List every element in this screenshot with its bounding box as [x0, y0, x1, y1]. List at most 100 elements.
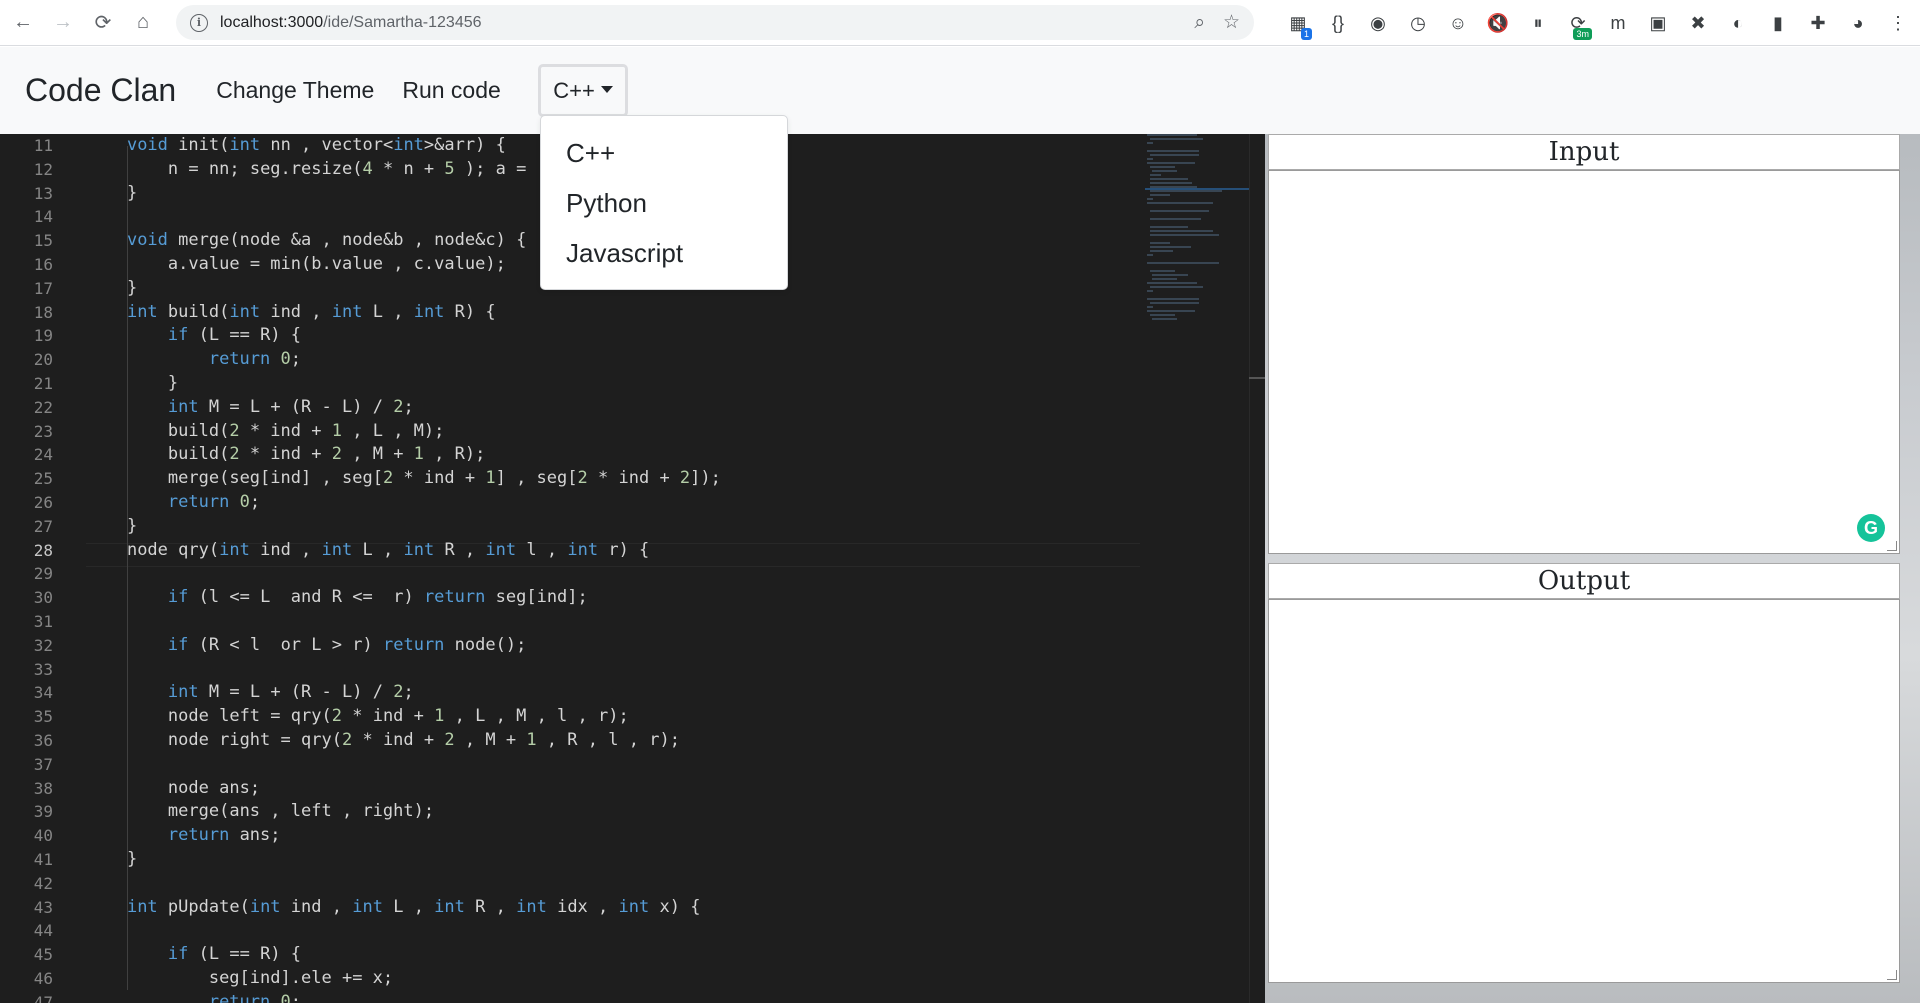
editor-scrollbar[interactable]: [1249, 134, 1265, 1003]
change-theme-link[interactable]: Change Theme: [216, 77, 374, 104]
minimap-line: [1149, 166, 1175, 168]
code-line[interactable]: return 0;: [86, 491, 1136, 515]
code-line[interactable]: }: [86, 515, 1136, 539]
code-line[interactable]: if (l <= L and R <= r) return seg[ind];: [86, 586, 1136, 610]
zoom-icon[interactable]: ⌕: [1194, 12, 1205, 34]
extensions-bar: ▦ 1 {} ◉ ◷ ☺ 🔇 ⏸ ⟳ 3m m ▣ ✖ ◐ ▮ ✚ ◕ ⋮: [1278, 0, 1918, 46]
code-line[interactable]: [86, 753, 1136, 777]
code-line[interactable]: return ans;: [86, 824, 1136, 848]
language-option-javascript[interactable]: Javascript: [541, 228, 787, 278]
code-line[interactable]: merge(seg[ind] , seg[2 * ind + 1] , seg[…: [86, 467, 1136, 491]
line-number: 30: [33, 588, 53, 608]
code-line[interactable]: [86, 610, 1136, 634]
ghost-extension-icon[interactable]: ☺: [1438, 0, 1478, 46]
minimap-line: [1152, 170, 1178, 172]
minimap-line: [1149, 174, 1161, 176]
code-line[interactable]: seg[ind].ele += x;: [86, 967, 1136, 991]
code-line[interactable]: if (L == R) {: [86, 324, 1136, 348]
pause-extension-icon[interactable]: ⏸: [1518, 0, 1558, 46]
language-option-python[interactable]: Python: [541, 178, 787, 228]
url-path: /ide/Samartha-123456: [323, 13, 482, 31]
extension-glyph: 🔇: [1486, 12, 1510, 33]
sheets-extension-icon[interactable]: ▦ 1: [1278, 0, 1318, 46]
minimap[interactable]: [1145, 134, 1250, 320]
code-line[interactable]: [86, 658, 1136, 682]
extension-glyph: ☺: [1448, 12, 1468, 33]
code-line[interactable]: node ans;: [86, 777, 1136, 801]
cat-extension-icon[interactable]: ✖: [1678, 0, 1718, 46]
minimap-line: [1147, 298, 1199, 300]
line-number: 39: [33, 802, 53, 822]
line-number: 20: [33, 350, 53, 370]
line-number: 17: [33, 278, 53, 298]
minimap-line: [1147, 198, 1154, 200]
code-line[interactable]: node right = qry(2 * ind + 2 , M + 1 , R…: [86, 729, 1136, 753]
screenshot-extension-icon[interactable]: ▣: [1638, 0, 1678, 46]
m-extension-icon[interactable]: m: [1598, 0, 1638, 46]
line-number: 22: [33, 397, 53, 417]
minimap-line: [1147, 134, 1197, 136]
code-line[interactable]: build(2 * ind + 2 , M + 1 , R);: [86, 443, 1136, 467]
code-line[interactable]: [86, 562, 1136, 586]
puzzle-extensions-icon[interactable]: ✚: [1798, 0, 1838, 46]
code-line[interactable]: node left = qry(2 * ind + 1 , L , M , l …: [86, 705, 1136, 729]
history-icon[interactable]: ◷: [1398, 0, 1438, 46]
code-line[interactable]: merge(ans , left , right);: [86, 800, 1136, 824]
more-menu-icon[interactable]: ⋮: [1878, 0, 1918, 46]
code-line[interactable]: return 0;: [86, 991, 1136, 1003]
mute-tab-icon[interactable]: 🔇: [1478, 0, 1518, 46]
code-line[interactable]: if (R < l or L > r) return node();: [86, 634, 1136, 658]
code-line[interactable]: build(2 * ind + 1 , L , M);: [86, 420, 1136, 444]
line-number: 19: [33, 326, 53, 346]
home-icon[interactable]: ⌂: [126, 6, 160, 40]
input-label: Input: [1268, 134, 1900, 170]
reload-icon[interactable]: ⟳: [86, 6, 120, 40]
code-line[interactable]: if (L == R) {: [86, 943, 1136, 967]
code-line[interactable]: }: [86, 372, 1136, 396]
line-number: 18: [33, 302, 53, 322]
color-wheel-icon[interactable]: ◐: [1718, 0, 1758, 46]
url-host: localhost:3000: [220, 13, 324, 31]
code-line[interactable]: int pUpdate(int ind , int L , int R , in…: [86, 896, 1136, 920]
minimap-slider[interactable]: [1145, 188, 1250, 190]
minimap-line: [1149, 286, 1203, 288]
line-number: 25: [33, 469, 53, 489]
owl-extension-icon[interactable]: ◉: [1358, 0, 1398, 46]
minimap-line: [1147, 254, 1154, 256]
line-number: 42: [33, 873, 53, 893]
language-dropdown-toggle[interactable]: C++: [538, 64, 628, 117]
bookmark-star-icon[interactable]: ☆: [1223, 11, 1240, 34]
timer-extension-icon[interactable]: ⟳ 3m: [1558, 0, 1598, 46]
forward-arrow-icon[interactable]: →: [46, 6, 80, 40]
line-number: 32: [33, 635, 53, 655]
profile-avatar-icon[interactable]: ◕: [1838, 0, 1878, 46]
code-line[interactable]: int M = L + (R - L) / 2;: [86, 396, 1136, 420]
code-line[interactable]: int build(int ind , int L , int R) {: [86, 301, 1136, 325]
input-textarea[interactable]: [1268, 170, 1900, 554]
line-number: 31: [33, 611, 53, 631]
extension-glyph: ◷: [1410, 12, 1426, 33]
resize-handle-icon[interactable]: [1887, 970, 1897, 980]
address-bar[interactable]: i localhost:3000/ide/Samartha-123456 ⌕ ☆: [176, 5, 1254, 40]
minimap-line: [1147, 290, 1154, 292]
code-line[interactable]: return 0;: [86, 348, 1136, 372]
output-textarea[interactable]: [1268, 599, 1900, 983]
grammarly-icon[interactable]: G: [1857, 514, 1885, 542]
code-line[interactable]: int M = L + (R - L) / 2;: [86, 681, 1136, 705]
json-formatter-icon[interactable]: {}: [1318, 0, 1358, 46]
language-option-cpp[interactable]: C++: [541, 128, 787, 178]
stats-extension-icon[interactable]: ▮: [1758, 0, 1798, 46]
code-line[interactable]: }: [86, 848, 1136, 872]
code-line[interactable]: [86, 919, 1136, 943]
minimap-line: [1147, 262, 1220, 264]
code-line[interactable]: [86, 872, 1136, 896]
url-text[interactable]: localhost:3000/ide/Samartha-123456: [220, 14, 482, 32]
resize-handle-icon[interactable]: [1887, 541, 1897, 551]
brand-title[interactable]: Code Clan: [25, 72, 176, 109]
back-arrow-icon[interactable]: ←: [6, 6, 40, 40]
extension-glyph: ◕: [1852, 12, 1864, 33]
code-line[interactable]: node qry(int ind , int L , int R , int l…: [86, 539, 1136, 563]
run-code-link[interactable]: Run code: [402, 77, 500, 104]
site-info-icon[interactable]: i: [190, 13, 208, 32]
minimap-line: [1149, 234, 1220, 236]
